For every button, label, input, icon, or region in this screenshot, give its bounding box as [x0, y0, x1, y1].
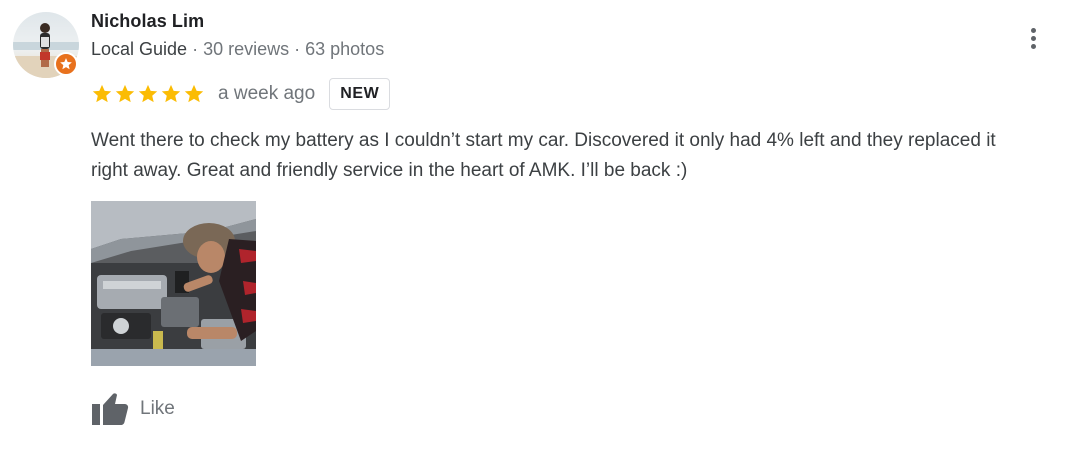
review-count: 30 reviews — [203, 39, 290, 59]
local-guide-label: Local Guide — [91, 39, 188, 59]
review-date: a week ago — [218, 83, 316, 104]
reviewer-name[interactable]: Nicholas Lim — [91, 11, 204, 32]
review-photo[interactable] — [91, 201, 256, 366]
reviewer-avatar[interactable] — [13, 12, 79, 78]
like-label: Like — [140, 398, 175, 419]
car-engine-photo — [91, 201, 256, 366]
meta-separator: · — [289, 39, 306, 59]
star-icon — [184, 84, 204, 103]
more-vertical-icon — [1030, 27, 1036, 33]
star-icon — [161, 84, 181, 103]
reviewer-meta[interactable]: Local Guide · 30 reviews · 63 photos — [91, 39, 384, 60]
more-vertical-icon-dot — [1030, 43, 1036, 49]
more-vertical-icon-dot — [1030, 35, 1036, 41]
star-icon — [138, 84, 158, 103]
rating-row: a week ago NEW — [91, 77, 391, 111]
like-button[interactable]: Like — [91, 390, 175, 428]
meta-separator: · — [187, 39, 204, 59]
more-options-button[interactable] — [1019, 22, 1047, 54]
thumbs-up-icon — [92, 393, 129, 425]
photo-count: 63 photos — [305, 39, 385, 59]
local-guide-badge-icon — [54, 52, 78, 76]
star-rating — [91, 83, 205, 105]
star-icon — [115, 84, 135, 103]
star-icon — [92, 84, 112, 103]
review-text: Went there to check my battery as I coul… — [91, 130, 996, 181]
new-badge: NEW — [329, 78, 391, 110]
